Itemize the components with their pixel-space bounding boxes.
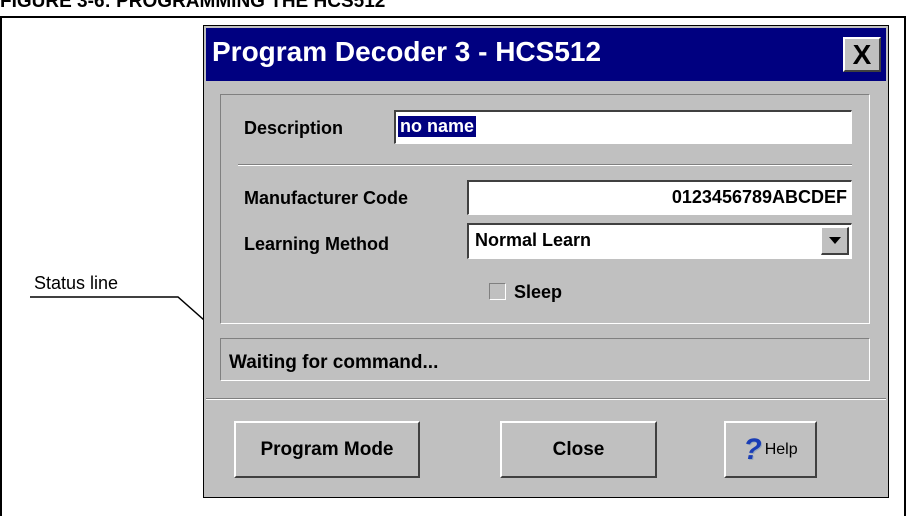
description-label: Description xyxy=(244,118,344,138)
manufacturer-code-label: Manufacturer Code xyxy=(244,188,409,208)
close-button[interactable]: Close xyxy=(500,421,657,478)
sleep-label: Sleep xyxy=(514,282,563,302)
button-separator xyxy=(206,398,886,400)
learning-method-select[interactable]: Normal Learn xyxy=(467,223,852,259)
dialog-titlebar[interactable]: Program Decoder 3 - HCS512 X xyxy=(206,28,886,81)
program-decoder-dialog: Program Decoder 3 - HCS512 X Description… xyxy=(203,25,889,498)
chevron-down-icon xyxy=(829,237,841,244)
learning-method-label: Learning Method xyxy=(244,234,389,254)
program-mode-button[interactable]: Program Mode xyxy=(234,421,420,478)
help-label: Help xyxy=(764,440,798,458)
close-window-button[interactable]: X xyxy=(843,37,881,72)
learning-method-value: Normal Learn xyxy=(475,230,592,250)
help-button[interactable]: ? Help xyxy=(724,421,817,478)
description-value: no name xyxy=(398,116,477,137)
dialog-title: Program Decoder 3 - HCS512 xyxy=(212,36,602,67)
sleep-checkbox[interactable] xyxy=(489,283,506,300)
description-field[interactable]: no name xyxy=(394,110,852,144)
question-mark-icon: ? xyxy=(743,432,762,466)
dropdown-arrow-button[interactable] xyxy=(821,227,849,255)
group-divider xyxy=(238,164,852,166)
status-text: Waiting for command... xyxy=(229,352,439,373)
manufacturer-code-field[interactable]: 0123456789ABCDEF xyxy=(467,180,852,215)
